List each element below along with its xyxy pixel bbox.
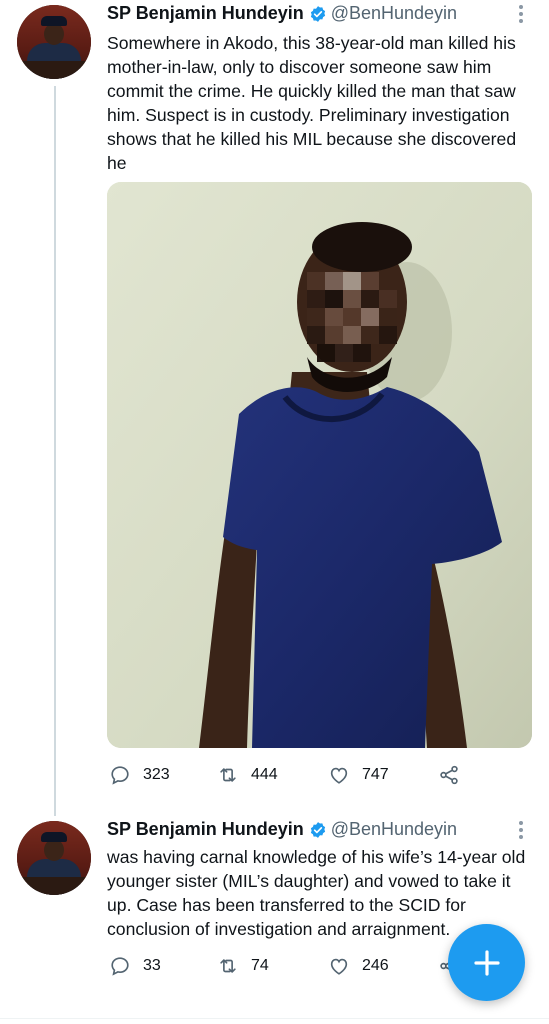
retweet-button[interactable]: 444	[217, 764, 278, 786]
reply-button[interactable]: 33	[109, 955, 161, 977]
retweet-icon	[220, 959, 236, 973]
author-avatar[interactable]	[17, 821, 91, 895]
tweet-header: SP Benjamin Hundeyin @BenHundeyin	[107, 3, 457, 24]
retweet-button[interactable]: 74	[217, 955, 269, 977]
verified-badge-icon	[310, 821, 325, 838]
tweet-text: Somewhere in Akodo, this 38-year-old man…	[107, 33, 517, 173]
divider	[0, 1018, 549, 1019]
compose-plus-icon	[473, 949, 500, 976]
tweet-header: SP Benjamin Hundeyin @BenHundeyin	[107, 819, 457, 840]
like-icon	[330, 958, 348, 975]
author-name[interactable]: SP Benjamin Hundeyin	[107, 819, 304, 840]
suspect-photo-image	[107, 182, 532, 748]
compose-tweet-button[interactable]	[448, 924, 525, 1001]
tweet-text: was having carnal knowledge of his wife’…	[107, 847, 526, 939]
like-button[interactable]: 246	[328, 955, 389, 977]
reply-count: 33	[143, 957, 161, 974]
reply-icon	[111, 957, 129, 976]
share-button[interactable]	[438, 764, 460, 786]
author-avatar[interactable]	[17, 5, 91, 79]
reply-count: 323	[143, 766, 170, 783]
more-options-icon[interactable]	[519, 5, 525, 26]
like-button[interactable]: 747	[328, 764, 389, 786]
author-name[interactable]: SP Benjamin Hundeyin	[107, 3, 304, 24]
retweet-icon	[220, 768, 236, 782]
author-handle[interactable]: @BenHundeyin	[331, 819, 457, 840]
more-options-icon[interactable]	[519, 821, 525, 842]
retweet-count: 444	[251, 766, 278, 783]
author-handle[interactable]: @BenHundeyin	[331, 3, 457, 24]
thread-connector-line	[54, 86, 56, 816]
retweet-count: 74	[251, 957, 269, 974]
like-count: 747	[362, 766, 389, 783]
share-icon	[440, 765, 458, 785]
reply-icon	[111, 766, 129, 785]
like-count: 246	[362, 957, 389, 974]
reply-button[interactable]: 323	[109, 764, 170, 786]
like-icon	[330, 767, 348, 784]
verified-badge-icon	[310, 5, 325, 22]
tweet-photo[interactable]	[107, 182, 532, 748]
